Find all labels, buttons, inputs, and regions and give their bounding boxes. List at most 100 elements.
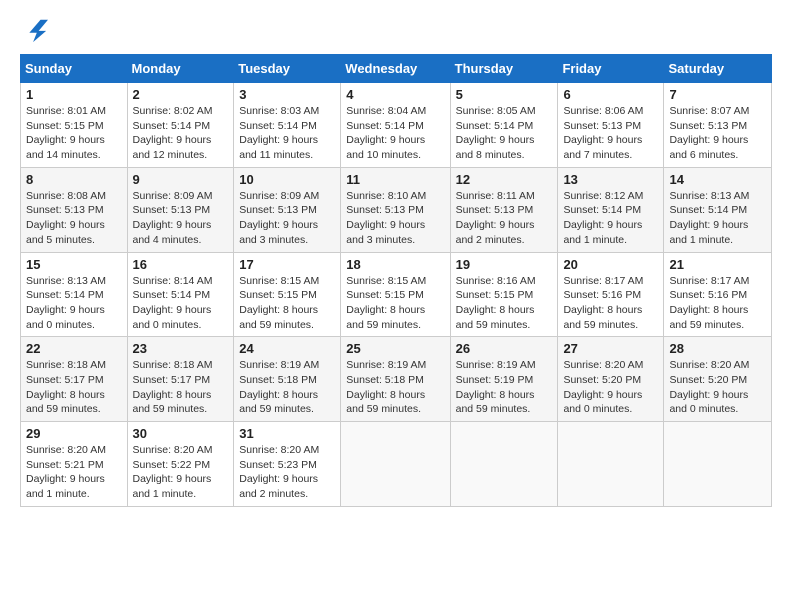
- day-info: Sunrise: 8:18 AMSunset: 5:17 PMDaylight:…: [26, 358, 122, 417]
- day-info: Sunrise: 8:04 AMSunset: 5:14 PMDaylight:…: [346, 104, 444, 163]
- weekday-sunday: Sunday: [21, 55, 128, 83]
- day-info: Sunrise: 8:07 AMSunset: 5:13 PMDaylight:…: [669, 104, 766, 163]
- day-number: 5: [456, 87, 553, 102]
- calendar-cell: 25 Sunrise: 8:19 AMSunset: 5:18 PMDayligh…: [341, 337, 450, 422]
- day-number: 9: [133, 172, 229, 187]
- calendar-week-2: 8 Sunrise: 8:08 AMSunset: 5:13 PMDaylight…: [21, 167, 772, 252]
- calendar-cell: 1 Sunrise: 8:01 AMSunset: 5:15 PMDaylight…: [21, 83, 128, 168]
- day-number: 2: [133, 87, 229, 102]
- calendar-cell: 3 Sunrise: 8:03 AMSunset: 5:14 PMDaylight…: [234, 83, 341, 168]
- day-number: 12: [456, 172, 553, 187]
- calendar-cell: 30 Sunrise: 8:20 AMSunset: 5:22 PMDayligh…: [127, 422, 234, 507]
- calendar-cell: [450, 422, 558, 507]
- day-number: 24: [239, 341, 335, 356]
- day-info: Sunrise: 8:20 AMSunset: 5:23 PMDaylight:…: [239, 443, 335, 502]
- day-number: 21: [669, 257, 766, 272]
- calendar-week-3: 15 Sunrise: 8:13 AMSunset: 5:14 PMDayligh…: [21, 252, 772, 337]
- day-number: 14: [669, 172, 766, 187]
- calendar-table: SundayMondayTuesdayWednesdayThursdayFrid…: [20, 54, 772, 507]
- weekday-friday: Friday: [558, 55, 664, 83]
- day-number: 20: [563, 257, 658, 272]
- calendar-cell: 29 Sunrise: 8:20 AMSunset: 5:21 PMDayligh…: [21, 422, 128, 507]
- calendar-cell: 9 Sunrise: 8:09 AMSunset: 5:13 PMDaylight…: [127, 167, 234, 252]
- calendar-cell: 11Sunrise: 8:10 AMSunset: 5:13 PMDayligh…: [341, 167, 450, 252]
- day-number: 7: [669, 87, 766, 102]
- day-number: 17: [239, 257, 335, 272]
- day-info: Sunrise: 8:16 AMSunset: 5:15 PMDaylight:…: [456, 274, 553, 333]
- calendar-cell: 17 Sunrise: 8:15 AMSunset: 5:15 PMDayligh…: [234, 252, 341, 337]
- calendar-cell: 24 Sunrise: 8:19 AMSunset: 5:18 PMDayligh…: [234, 337, 341, 422]
- day-number: 3: [239, 87, 335, 102]
- day-number: 29: [26, 426, 122, 441]
- calendar-week-4: 22 Sunrise: 8:18 AMSunset: 5:17 PMDayligh…: [21, 337, 772, 422]
- day-info: Sunrise: 8:13 AMSunset: 5:14 PMDaylight:…: [669, 189, 766, 248]
- day-number: 30: [133, 426, 229, 441]
- day-info: Sunrise: 8:02 AMSunset: 5:14 PMDaylight:…: [133, 104, 229, 163]
- calendar-cell: 21 Sunrise: 8:17 AMSunset: 5:16 PMDayligh…: [664, 252, 772, 337]
- day-info: Sunrise: 8:09 AMSunset: 5:13 PMDaylight:…: [239, 189, 335, 248]
- calendar-cell: 18 Sunrise: 8:15 AMSunset: 5:15 PMDayligh…: [341, 252, 450, 337]
- day-number: 15: [26, 257, 122, 272]
- calendar-cell: 14 Sunrise: 8:13 AMSunset: 5:14 PMDayligh…: [664, 167, 772, 252]
- day-info: Sunrise: 8:12 AMSunset: 5:14 PMDaylight:…: [563, 189, 658, 248]
- day-info: Sunrise: 8:15 AMSunset: 5:15 PMDaylight:…: [346, 274, 444, 333]
- day-number: 4: [346, 87, 444, 102]
- day-number: 19: [456, 257, 553, 272]
- calendar-cell: 19 Sunrise: 8:16 AMSunset: 5:15 PMDayligh…: [450, 252, 558, 337]
- day-number: 1: [26, 87, 122, 102]
- page-container: SundayMondayTuesdayWednesdayThursdayFrid…: [0, 0, 792, 517]
- day-number: 27: [563, 341, 658, 356]
- calendar-cell: [558, 422, 664, 507]
- calendar-cell: 10 Sunrise: 8:09 AMSunset: 5:13 PMDayligh…: [234, 167, 341, 252]
- day-info: Sunrise: 8:10 AMSunset: 5:13 PMDaylight:…: [346, 189, 444, 248]
- day-number: 13: [563, 172, 658, 187]
- day-number: 6: [563, 87, 658, 102]
- day-number: 22: [26, 341, 122, 356]
- day-number: 8: [26, 172, 122, 187]
- logo-icon: [20, 16, 48, 44]
- day-info: Sunrise: 8:19 AMSunset: 5:18 PMDaylight:…: [346, 358, 444, 417]
- calendar-cell: 2 Sunrise: 8:02 AMSunset: 5:14 PMDaylight…: [127, 83, 234, 168]
- day-number: 26: [456, 341, 553, 356]
- day-info: Sunrise: 8:09 AMSunset: 5:13 PMDaylight:…: [133, 189, 229, 248]
- day-number: 28: [669, 341, 766, 356]
- calendar-cell: 26 Sunrise: 8:19 AMSunset: 5:19 PMDayligh…: [450, 337, 558, 422]
- calendar-cell: 15 Sunrise: 8:13 AMSunset: 5:14 PMDayligh…: [21, 252, 128, 337]
- day-info: Sunrise: 8:17 AMSunset: 5:16 PMDaylight:…: [669, 274, 766, 333]
- calendar-cell: 7 Sunrise: 8:07 AMSunset: 5:13 PMDaylight…: [664, 83, 772, 168]
- calendar-cell: 6Sunrise: 8:06 AMSunset: 5:13 PMDaylight…: [558, 83, 664, 168]
- calendar-body: 1 Sunrise: 8:01 AMSunset: 5:15 PMDaylight…: [21, 83, 772, 507]
- calendar-week-5: 29 Sunrise: 8:20 AMSunset: 5:21 PMDayligh…: [21, 422, 772, 507]
- day-number: 10: [239, 172, 335, 187]
- weekday-tuesday: Tuesday: [234, 55, 341, 83]
- calendar-cell: 4 Sunrise: 8:04 AMSunset: 5:14 PMDaylight…: [341, 83, 450, 168]
- day-info: Sunrise: 8:20 AMSunset: 5:20 PMDaylight:…: [563, 358, 658, 417]
- calendar-cell: 5Sunrise: 8:05 AMSunset: 5:14 PMDaylight…: [450, 83, 558, 168]
- day-info: Sunrise: 8:03 AMSunset: 5:14 PMDaylight:…: [239, 104, 335, 163]
- calendar-cell: 27 Sunrise: 8:20 AMSunset: 5:20 PMDayligh…: [558, 337, 664, 422]
- day-number: 25: [346, 341, 444, 356]
- day-info: Sunrise: 8:14 AMSunset: 5:14 PMDaylight:…: [133, 274, 229, 333]
- day-number: 31: [239, 426, 335, 441]
- weekday-monday: Monday: [127, 55, 234, 83]
- weekday-thursday: Thursday: [450, 55, 558, 83]
- day-info: Sunrise: 8:17 AMSunset: 5:16 PMDaylight:…: [563, 274, 658, 333]
- day-info: Sunrise: 8:20 AMSunset: 5:22 PMDaylight:…: [133, 443, 229, 502]
- day-info: Sunrise: 8:13 AMSunset: 5:14 PMDaylight:…: [26, 274, 122, 333]
- calendar-cell: 22 Sunrise: 8:18 AMSunset: 5:17 PMDayligh…: [21, 337, 128, 422]
- day-info: Sunrise: 8:19 AMSunset: 5:19 PMDaylight:…: [456, 358, 553, 417]
- calendar-cell: [341, 422, 450, 507]
- weekday-header-row: SundayMondayTuesdayWednesdayThursdayFrid…: [21, 55, 772, 83]
- day-info: Sunrise: 8:19 AMSunset: 5:18 PMDaylight:…: [239, 358, 335, 417]
- logo: [20, 16, 52, 44]
- weekday-wednesday: Wednesday: [341, 55, 450, 83]
- day-number: 18: [346, 257, 444, 272]
- calendar-header: SundayMondayTuesdayWednesdayThursdayFrid…: [21, 55, 772, 83]
- day-info: Sunrise: 8:01 AMSunset: 5:15 PMDaylight:…: [26, 104, 122, 163]
- day-info: Sunrise: 8:08 AMSunset: 5:13 PMDaylight:…: [26, 189, 122, 248]
- day-number: 23: [133, 341, 229, 356]
- calendar-week-1: 1 Sunrise: 8:01 AMSunset: 5:15 PMDaylight…: [21, 83, 772, 168]
- day-info: Sunrise: 8:15 AMSunset: 5:15 PMDaylight:…: [239, 274, 335, 333]
- day-info: Sunrise: 8:20 AMSunset: 5:21 PMDaylight:…: [26, 443, 122, 502]
- day-info: Sunrise: 8:18 AMSunset: 5:17 PMDaylight:…: [133, 358, 229, 417]
